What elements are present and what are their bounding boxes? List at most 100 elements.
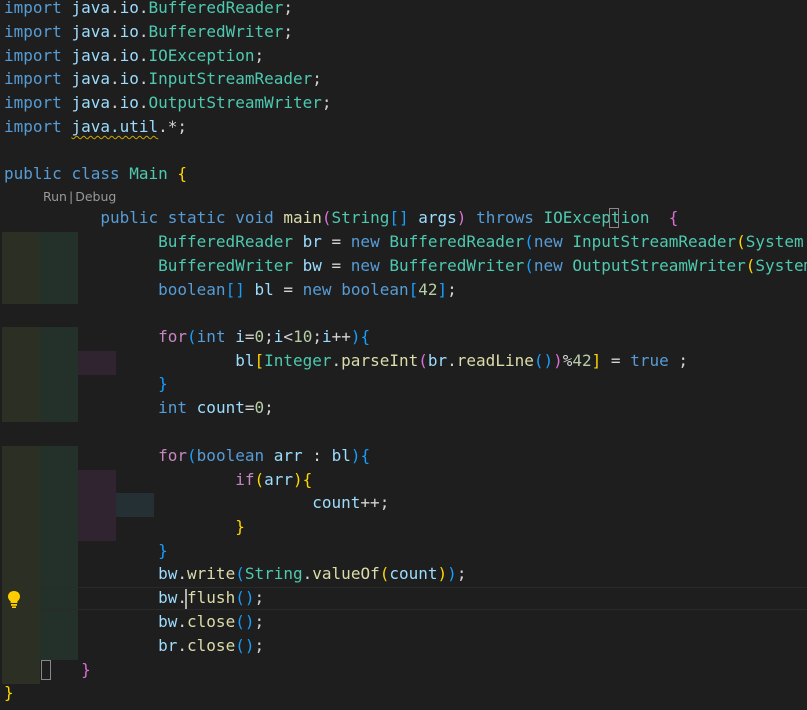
code-token: BufferedWriter bbox=[389, 256, 525, 275]
code-line-text: } bbox=[4, 516, 245, 538]
code-token: ) bbox=[553, 351, 563, 370]
code-token: ( bbox=[418, 351, 428, 370]
code-line[interactable]: count++; bbox=[0, 492, 807, 514]
code-token: new bbox=[350, 232, 380, 251]
code-token: ; bbox=[283, 22, 294, 41]
code-token: InputStreamReader bbox=[148, 69, 313, 88]
code-token: 0 bbox=[254, 327, 265, 346]
code-token: bw bbox=[302, 256, 322, 275]
code-token: public bbox=[100, 208, 159, 227]
code-token: br bbox=[158, 636, 178, 655]
code-line-text: import java.util.*; bbox=[4, 116, 187, 138]
code-token: . bbox=[138, 93, 149, 112]
code-token: . bbox=[447, 351, 457, 370]
code-token: } bbox=[158, 541, 168, 560]
code-token: args bbox=[418, 208, 457, 227]
code-token: io bbox=[119, 22, 139, 41]
code-token: br bbox=[302, 232, 322, 251]
code-token: ] bbox=[591, 351, 602, 370]
code-line[interactable]: bw.write(String.valueOf(count)); bbox=[0, 563, 807, 585]
code-token: 0 bbox=[254, 398, 265, 417]
code-line-text: import java.io.InputStreamReader; bbox=[4, 68, 322, 90]
code-line[interactable]: br.close(); bbox=[0, 635, 807, 657]
code-line[interactable]: import java.io.BufferedReader; bbox=[0, 0, 807, 19]
code-token: ) bbox=[350, 327, 361, 346]
code-token: for bbox=[158, 327, 188, 346]
code-line[interactable]: BufferedReader br = new BufferedReader(n… bbox=[0, 231, 807, 253]
code-line[interactable]: for(boolean arr : bl){ bbox=[0, 445, 807, 467]
code-token: = bbox=[321, 256, 351, 275]
code-token: [] bbox=[389, 208, 409, 227]
code-token: new bbox=[533, 256, 563, 275]
code-line[interactable] bbox=[0, 302, 807, 324]
code-token: . bbox=[109, 0, 120, 17]
code-line[interactable]: if(arr){ bbox=[0, 469, 807, 491]
code-line[interactable] bbox=[0, 139, 807, 161]
code-token: new bbox=[533, 232, 563, 251]
code-line[interactable]: int count=0; bbox=[0, 397, 807, 419]
code-token: () bbox=[533, 351, 554, 370]
lightbulb-icon[interactable] bbox=[6, 589, 22, 609]
code-line[interactable]: import java.util.*; bbox=[0, 116, 807, 138]
code-token: bl bbox=[254, 280, 274, 299]
code-line[interactable]: bw.close(); bbox=[0, 611, 807, 633]
code-token: ( bbox=[187, 446, 197, 465]
code-token: ( bbox=[379, 564, 390, 583]
code-token: Integer bbox=[264, 351, 332, 370]
code-lens: Run | Debug bbox=[43, 188, 116, 206]
run-codelens-link[interactable]: Run bbox=[43, 189, 67, 204]
code-line[interactable]: public static void main(String[] args) t… bbox=[0, 207, 807, 229]
code-token: . bbox=[177, 636, 188, 655]
code-line[interactable]: } bbox=[0, 682, 807, 704]
code-token: for bbox=[158, 446, 188, 465]
code-token: ; bbox=[254, 46, 265, 65]
code-line[interactable] bbox=[0, 421, 807, 443]
code-token: ; bbox=[254, 612, 265, 631]
code-token: import bbox=[4, 69, 62, 88]
code-token: java.util bbox=[71, 117, 159, 136]
code-line[interactable]: for(int i=0;i<10;i++){ bbox=[0, 326, 807, 348]
code-line[interactable]: boolean[] bl = new boolean[42]; bbox=[0, 279, 807, 301]
code-line[interactable]: import java.io.BufferedWriter; bbox=[0, 21, 807, 43]
code-token: . bbox=[302, 564, 313, 583]
code-line[interactable]: public class Main { bbox=[0, 163, 807, 185]
code-editor[interactable]: import java.io.BufferedReader; import jav… bbox=[0, 0, 807, 710]
code-token: io bbox=[119, 69, 139, 88]
text-cursor bbox=[185, 589, 187, 609]
code-line[interactable]: bw.flush(); bbox=[0, 587, 807, 609]
code-line[interactable]: } bbox=[0, 373, 807, 395]
code-token: ( bbox=[745, 256, 756, 275]
code-line[interactable]: } bbox=[0, 659, 807, 681]
debug-codelens-link[interactable]: Debug bbox=[75, 189, 116, 204]
code-line[interactable]: BufferedWriter bw = new BufferedWriter(n… bbox=[0, 255, 807, 277]
code-line-text: import java.io.BufferedWriter; bbox=[4, 21, 293, 43]
code-line[interactable]: import java.io.OutputStreamWriter; bbox=[0, 92, 807, 114]
code-token: InputStreamReader bbox=[572, 232, 737, 251]
bracket-match-open bbox=[609, 208, 619, 228]
code-line[interactable]: bl[Integer.parseInt(br.readLine())%42] =… bbox=[0, 350, 807, 372]
code-token: () bbox=[235, 636, 255, 655]
code-line[interactable]: } bbox=[0, 516, 807, 538]
code-token: int bbox=[196, 327, 226, 346]
code-line[interactable]: import java.io.IOException; bbox=[0, 45, 807, 67]
code-token: java bbox=[71, 0, 110, 17]
code-line[interactable]: import java.io.InputStreamReader; bbox=[0, 68, 807, 90]
code-token: new bbox=[350, 256, 380, 275]
code-token: ; bbox=[264, 398, 274, 417]
code-token: { bbox=[668, 208, 679, 227]
code-line-text: br.close(); bbox=[4, 635, 264, 657]
code-line[interactable]: } bbox=[0, 540, 807, 562]
code-token: = bbox=[601, 351, 631, 370]
code-token: import bbox=[4, 117, 62, 136]
code-token: close bbox=[187, 636, 236, 655]
